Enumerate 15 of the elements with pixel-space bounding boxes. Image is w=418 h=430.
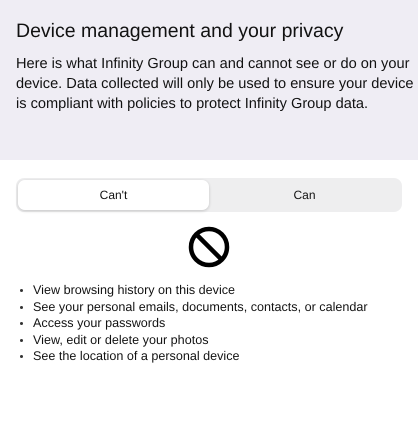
list-item-text: View browsing history on this device [33, 282, 236, 299]
bullet-icon [20, 306, 23, 309]
prohibited-icon [188, 226, 230, 268]
segment-tab[interactable]: Can [209, 180, 400, 210]
page-title: Device management and your privacy [16, 20, 344, 44]
bullet-icon [20, 322, 23, 326]
bullet-icon [20, 289, 23, 292]
segment-tab[interactable]: Can't [18, 180, 209, 210]
description-text: Here is what Infinity Group can and cannot see or do on your device. Data collected will only be used to ensure your device is compliant with policies to protect Infinity Group data. [16, 55, 414, 114]
list-item-text: See the location of a personal device [33, 348, 240, 365]
bullet-icon [20, 355, 23, 358]
list-item-text: View, edit or delete your photos [33, 332, 208, 348]
list-item-text: Access your passwords [33, 315, 166, 332]
bullet-icon [20, 338, 23, 342]
list-item-text: See your personal emails, documents, contacts, or calendar [33, 298, 368, 316]
